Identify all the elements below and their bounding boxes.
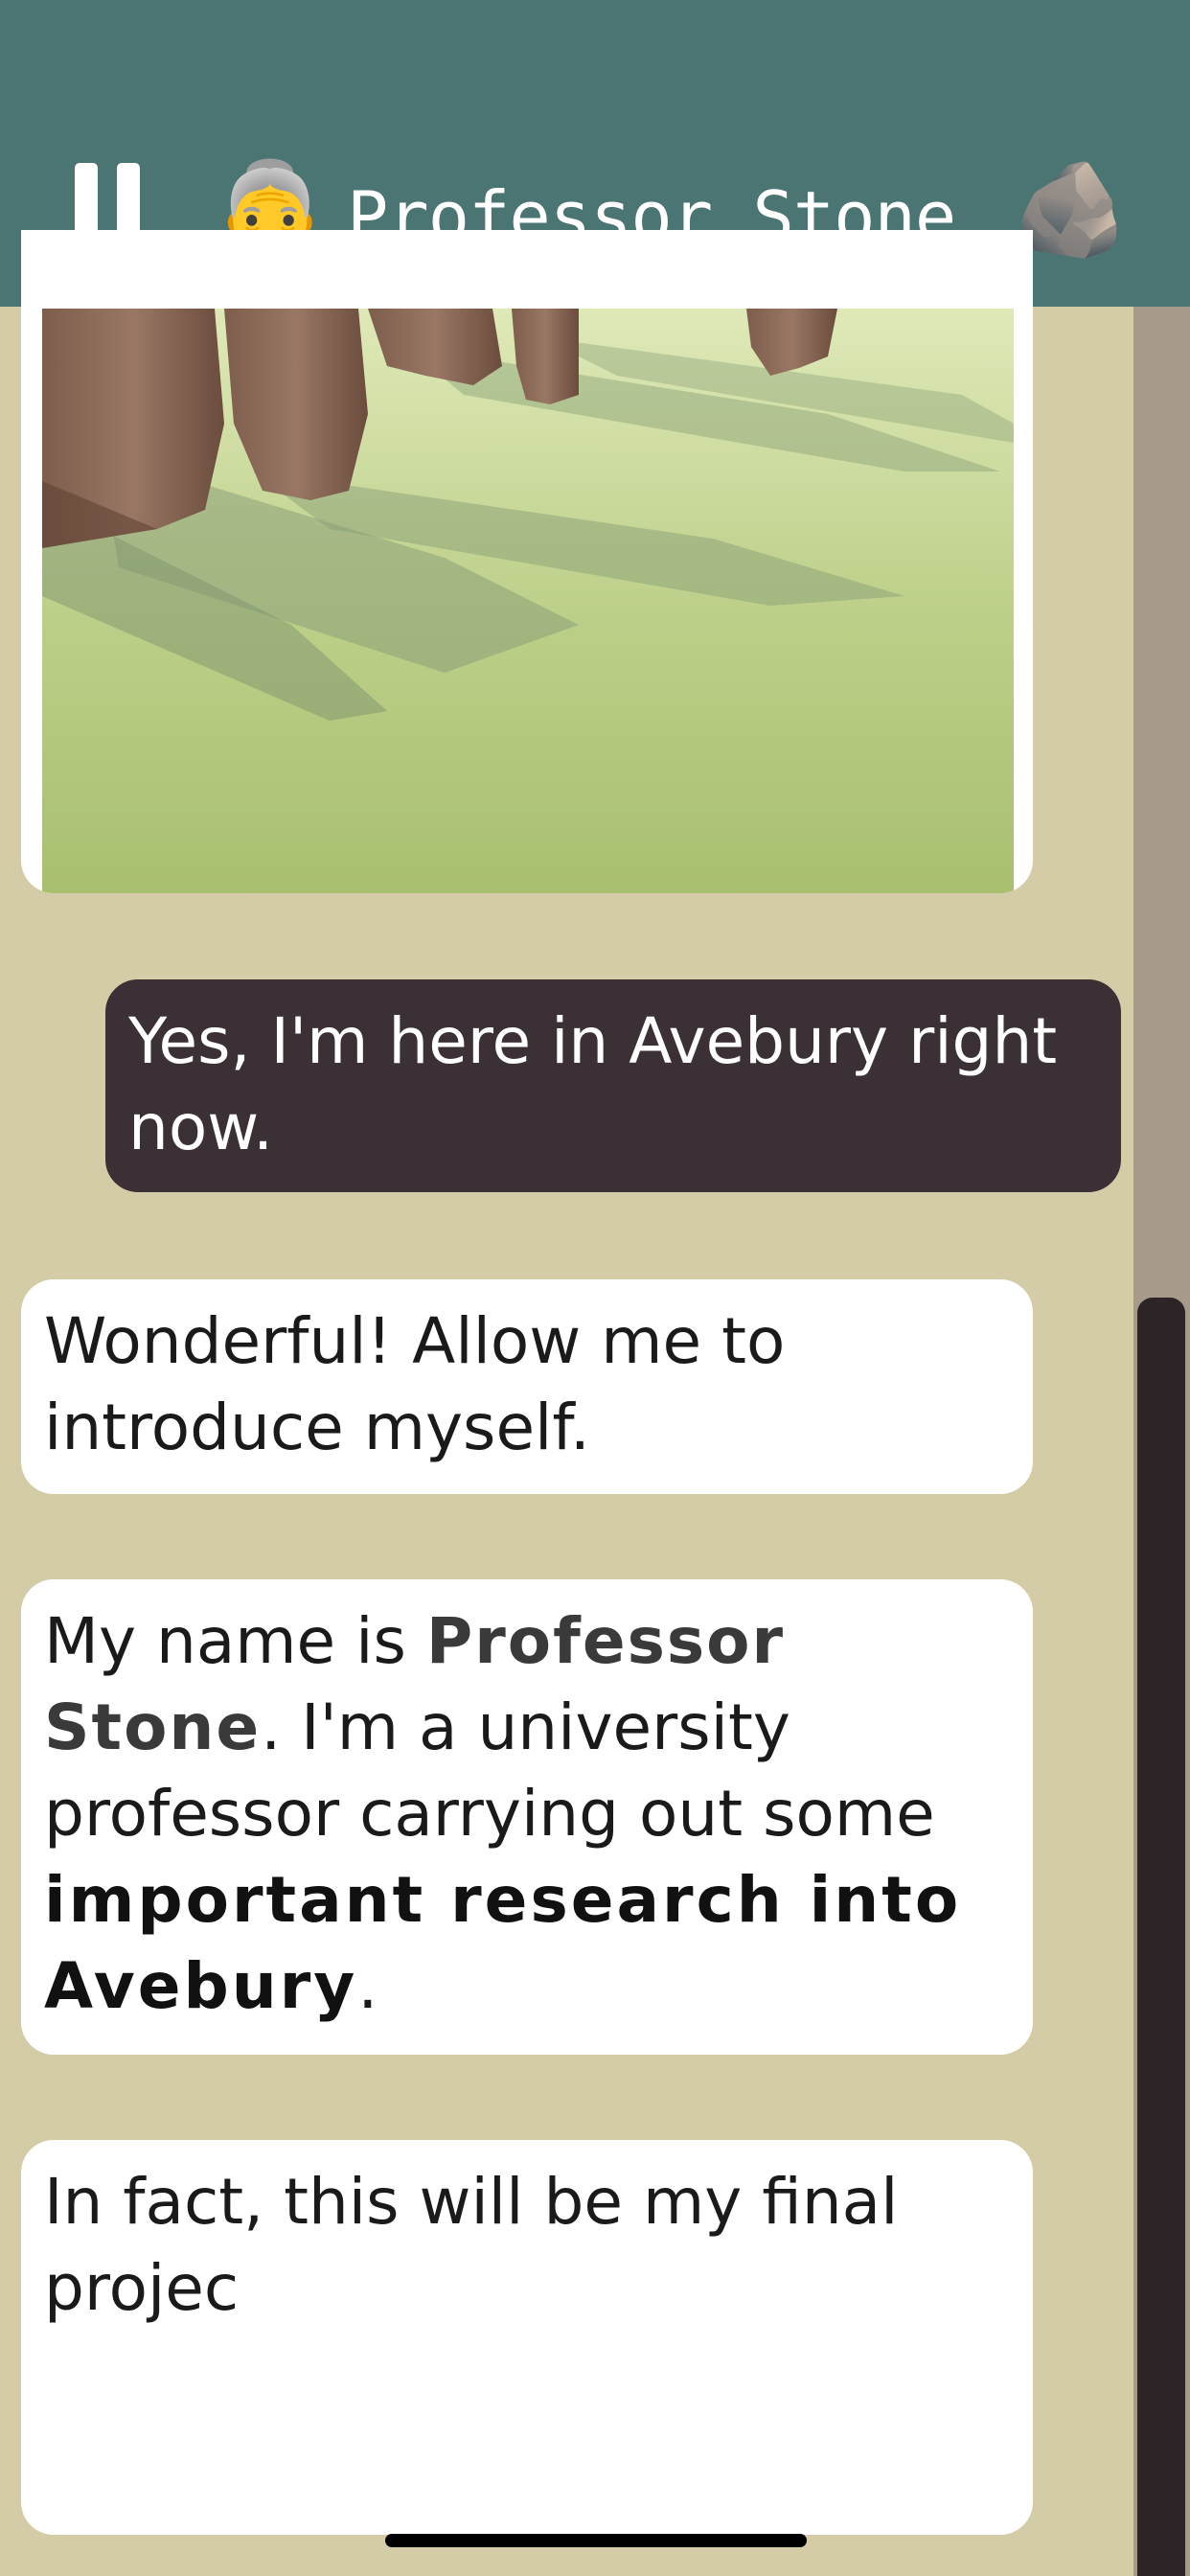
bot-message-bubble-typing: In fact, this will be my final projec [21, 2140, 1033, 2535]
standing-stones-image [42, 309, 1014, 893]
home-indicator[interactable] [385, 2534, 807, 2547]
highlighted-research: important research into Avebury [44, 1863, 962, 2023]
bot-message-bubble: My name is Professor Stone. I'm a univer… [21, 1579, 1033, 2055]
image-message-card [21, 230, 1033, 893]
bot-message-bubble: Wonderful! Allow me to introduce myself. [21, 1279, 1033, 1494]
user-message-bubble: Yes, I'm here in Avebury right now. [105, 979, 1121, 1192]
scrollbar-thumb[interactable] [1137, 1298, 1185, 2576]
